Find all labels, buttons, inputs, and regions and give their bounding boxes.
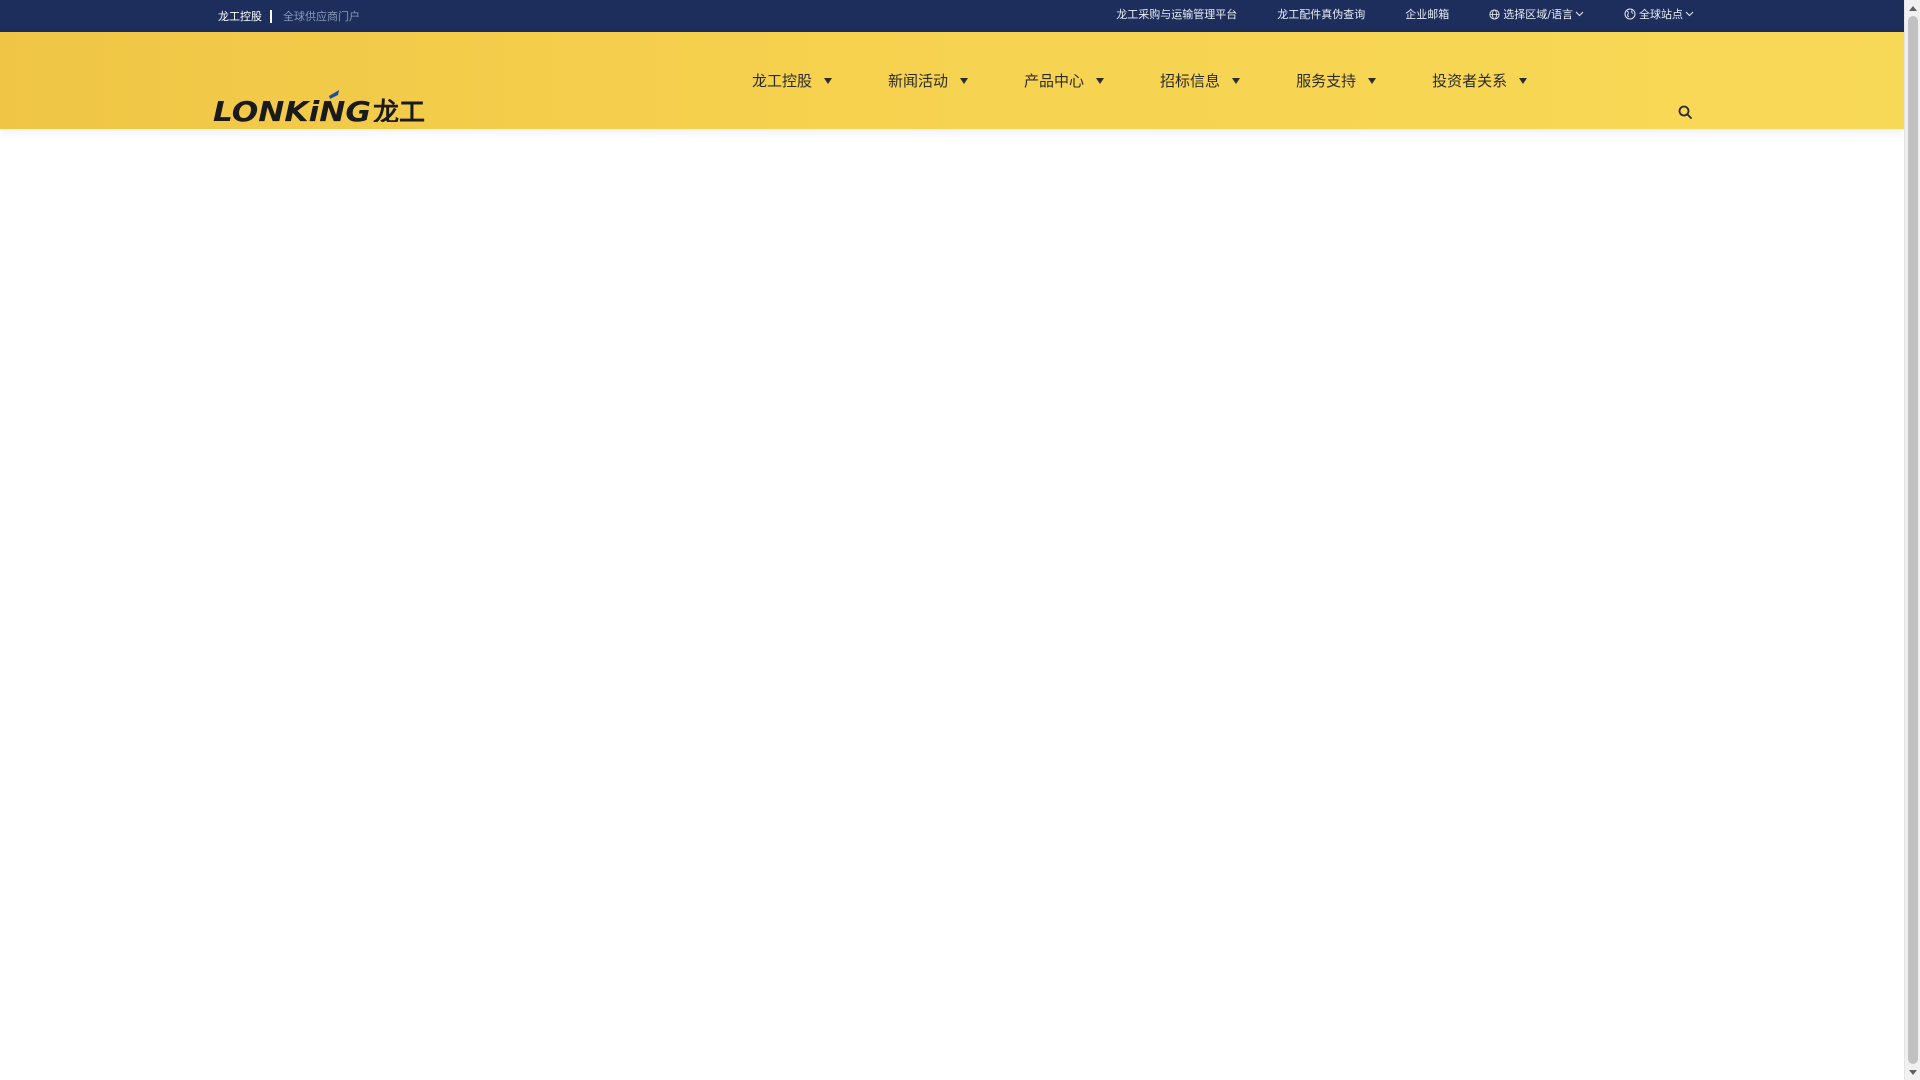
topbar-left: 龙工控股 全球供应商门户: [218, 0, 360, 32]
caret-down-icon: [960, 77, 969, 84]
search-icon: [1678, 105, 1692, 119]
caret-down-icon: [1096, 77, 1105, 84]
vertical-scrollbar[interactable]: [1904, 0, 1920, 1080]
nav-label: 招标信息: [1160, 72, 1221, 90]
svg-text:LONKiNG: LONKiNG: [213, 95, 371, 122]
caret-down-icon: [1232, 77, 1241, 84]
nav-item-news[interactable]: 新闻活动: [888, 70, 969, 91]
nav-item-tenders[interactable]: 招标信息: [1160, 70, 1241, 91]
caret-down-icon: [1519, 77, 1528, 84]
svg-text:龙工: 龙工: [373, 98, 425, 122]
main-content-area: [0, 129, 1904, 1080]
nav-label: 产品中心: [1024, 72, 1085, 90]
lonking-logo[interactable]: LONKiNG 龙工: [213, 90, 435, 122]
topbar-divider: [270, 9, 272, 23]
caret-down-icon: [1368, 77, 1377, 84]
main-header: LONKiNG 龙工 龙工控股 新闻活动 产品中心 招标信息 服务支持 投资者关…: [0, 32, 1904, 129]
chevron-down-icon: [1685, 11, 1694, 17]
nav-label: 投资者关系: [1432, 72, 1508, 90]
global-sites-select[interactable]: 全球站点: [1624, 6, 1694, 22]
page: 龙工控股 全球供应商门户 龙工采购与运输管理平台 龙工配件真伪查询 企业邮箱 选…: [0, 0, 1904, 1080]
nav-item-investors[interactable]: 投资者关系: [1432, 70, 1528, 91]
nav-label: 龙工控股: [752, 72, 813, 90]
enterprise-mail-link[interactable]: 企业邮箱: [1405, 6, 1449, 22]
region-language-label: 选择区域/语言: [1503, 8, 1573, 21]
region-language-select[interactable]: 选择区域/语言: [1489, 6, 1584, 22]
main-navigation: 龙工控股 新闻活动 产品中心 招标信息 服务支持 投资者关系: [752, 32, 1528, 129]
top-utility-bar: 龙工控股 全球供应商门户 龙工采购与运输管理平台 龙工配件真伪查询 企业邮箱 选…: [0, 0, 1904, 32]
globe-icon: [1489, 8, 1500, 20]
scroll-down-arrow-icon[interactable]: [1905, 1064, 1920, 1080]
supplier-portal-link[interactable]: 全球供应商门户: [283, 8, 360, 24]
parts-verification-link[interactable]: 龙工配件真伪查询: [1277, 6, 1365, 22]
topbar-right: 龙工采购与运输管理平台 龙工配件真伪查询 企业邮箱 选择区域/语言 全球站点: [1116, 0, 1694, 28]
browser-viewport: 龙工控股 全球供应商门户 龙工采购与运输管理平台 龙工配件真伪查询 企业邮箱 选…: [0, 0, 1920, 1080]
nav-item-holdings[interactable]: 龙工控股: [752, 70, 833, 91]
caret-down-icon: [824, 77, 833, 84]
procurement-platform-link[interactable]: 龙工采购与运输管理平台: [1116, 6, 1237, 22]
topbar-brand-link[interactable]: 龙工控股: [218, 8, 262, 24]
scrollbar-thumb[interactable]: [1908, 16, 1918, 1064]
scroll-up-arrow-icon[interactable]: [1905, 0, 1920, 16]
nav-label: 服务支持: [1296, 72, 1357, 90]
nav-item-service[interactable]: 服务支持: [1296, 70, 1377, 91]
global-sites-label: 全球站点: [1639, 8, 1683, 21]
nav-item-products[interactable]: 产品中心: [1024, 70, 1105, 91]
chevron-down-icon: [1575, 11, 1584, 17]
earth-icon: [1624, 8, 1636, 20]
nav-label: 新闻活动: [888, 72, 949, 90]
search-button[interactable]: [1676, 103, 1694, 121]
